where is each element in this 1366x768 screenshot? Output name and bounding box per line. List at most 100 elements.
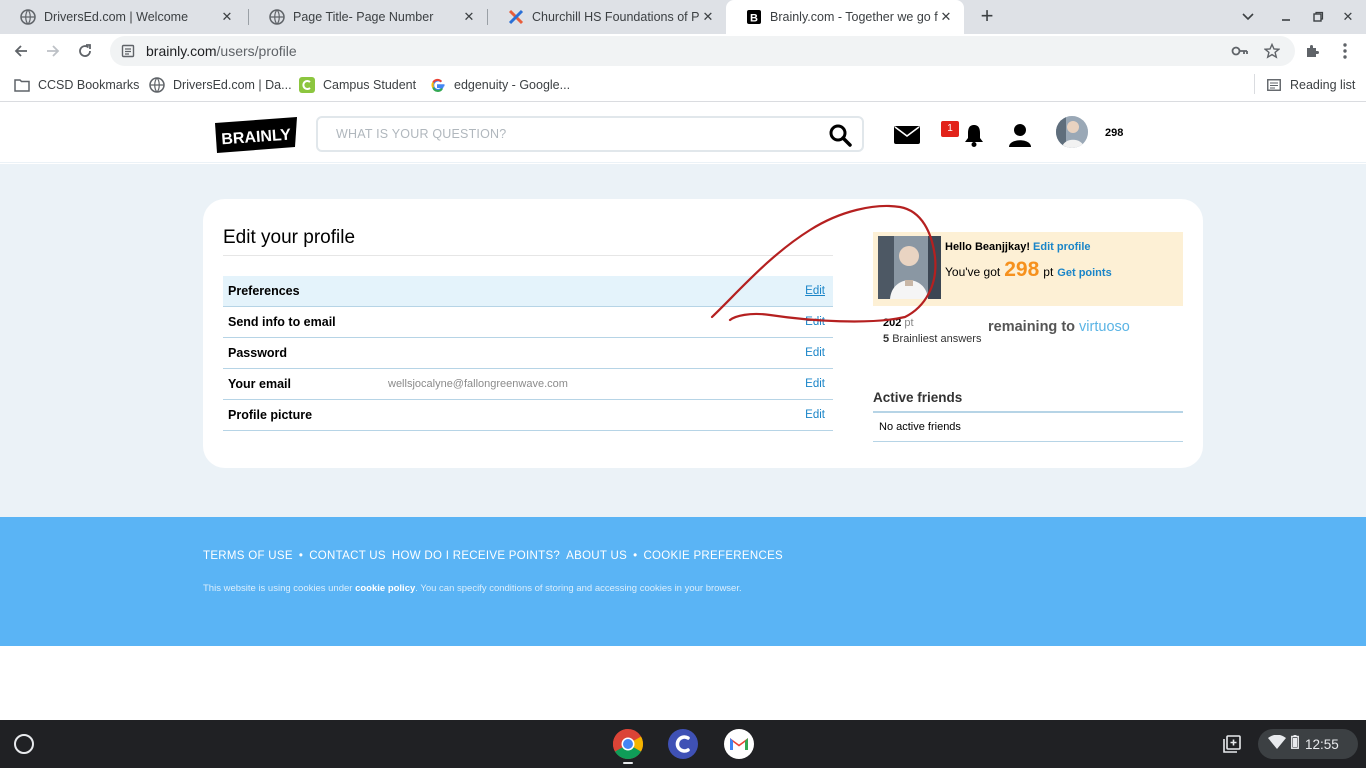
cookie-suffix: . You can specify conditions of storing … <box>415 583 742 594</box>
globe-icon <box>269 9 285 25</box>
close-window-icon[interactable]: ✕ <box>1338 7 1358 27</box>
footer-link-terms[interactable]: TERMS OF USE <box>203 550 293 562</box>
edit-password-link[interactable]: Edit <box>805 347 825 359</box>
footer-link-points[interactable]: HOW DO I RECEIVE POINTS? <box>392 550 560 562</box>
tab-search-icon[interactable] <box>1238 7 1258 27</box>
close-icon[interactable]: ✕ <box>461 9 477 25</box>
tab-page-title[interactable]: Page Title- Page Number ✕ <box>249 0 487 34</box>
tab-brainly[interactable]: B Brainly.com - Together we go far ✕ <box>726 0 964 34</box>
status-tray[interactable]: 12:55 <box>1258 729 1358 759</box>
remaining-to-text: remaining to <box>988 319 1076 335</box>
extensions-icon[interactable] <box>1302 41 1322 61</box>
page-title: Edit your profile <box>223 227 356 248</box>
active-app-indicator <box>623 762 633 764</box>
edit-preferences-link[interactable]: Edit <box>805 285 825 297</box>
bell-icon[interactable] <box>961 123 987 147</box>
messages-icon[interactable] <box>894 123 920 147</box>
reading-list-icon <box>1266 77 1282 93</box>
row-label: Preferences <box>228 284 300 298</box>
bookmark-label: CCSD Bookmarks <box>38 78 140 92</box>
bookmark-label: DriversEd.com | Da... <box>173 78 292 92</box>
key-icon[interactable] <box>1230 41 1250 61</box>
tab-title: Page Title- Page Number <box>293 10 434 24</box>
avatar[interactable] <box>1056 116 1088 148</box>
google-icon <box>430 77 446 93</box>
bookmark-campus-student[interactable]: Campus Student <box>299 76 416 94</box>
globe-icon <box>149 77 165 93</box>
email-value: wellsjocalyne@fallongreenwave.com <box>388 378 568 390</box>
close-icon[interactable]: ✕ <box>700 9 716 25</box>
reload-icon[interactable] <box>74 40 96 62</box>
remaining-points-value: 202 <box>883 317 902 329</box>
points-unit: pt <box>1043 265 1054 279</box>
campus-icon <box>299 77 315 93</box>
bookmark-star-icon[interactable] <box>1262 41 1282 61</box>
bookmark-label: edgenuity - Google... <box>454 78 571 92</box>
address-bar[interactable]: brainly.com/users/profile <box>110 36 1295 66</box>
footer-link-about[interactable]: ABOUT US <box>566 550 627 562</box>
bookmark-edgenuity[interactable]: edgenuity - Google... <box>430 76 570 94</box>
edit-profile-link[interactable]: Edit profile <box>1033 241 1090 253</box>
user-photo <box>878 236 941 299</box>
globe-icon <box>20 9 36 25</box>
notification-count-badge: 1 <box>941 121 959 137</box>
forward-icon[interactable] <box>42 40 64 62</box>
question-search-box[interactable] <box>316 116 864 152</box>
minimize-icon[interactable] <box>1276 7 1296 27</box>
remaining-points: 202 pt <box>883 317 914 329</box>
restore-icon[interactable] <box>1308 7 1328 27</box>
edit-profile-picture-link[interactable]: Edit <box>805 409 825 421</box>
title-divider <box>223 255 833 256</box>
menu-kebab-icon[interactable] <box>1335 41 1355 61</box>
site-info-icon[interactable] <box>120 43 136 59</box>
browser-toolbar: brainly.com/users/profile <box>0 34 1366 68</box>
greeting: Hello Beanjjkay! Edit profile <box>945 241 1091 253</box>
cookie-prefix: This website is using cookies under <box>203 583 353 594</box>
settings-row-preferences: Preferences Edit <box>223 276 833 307</box>
launcher-icon[interactable] <box>14 734 34 754</box>
search-icon[interactable] <box>828 123 852 147</box>
tab-driversed[interactable]: DriversEd.com | Welcome ✕ <box>0 0 245 34</box>
edit-send-info-link[interactable]: Edit <box>805 316 825 328</box>
row-label: Profile picture <box>228 408 313 422</box>
cookie-notice: This website is using cookies under cook… <box>203 583 742 594</box>
clipboard-icon[interactable] <box>1222 734 1242 754</box>
new-tab-button[interactable]: + <box>976 5 998 27</box>
back-icon[interactable] <box>10 40 32 62</box>
footer-link-contact[interactable]: CONTACT US <box>309 550 386 562</box>
settings-row-profile-picture: Profile picture Edit <box>223 400 833 431</box>
brainly-b-icon: B <box>746 9 762 25</box>
reading-list[interactable]: Reading list <box>1266 76 1355 94</box>
footer-links: TERMS OF USE • CONTACT US HOW DO I RECEI… <box>203 550 783 562</box>
gmail-icon[interactable] <box>722 727 756 761</box>
wifi-icon <box>1268 734 1286 754</box>
settings-row-password: Password Edit <box>223 338 833 369</box>
close-icon[interactable]: ✕ <box>219 9 235 25</box>
chrome-icon[interactable] <box>611 727 645 761</box>
footer-dot: • <box>298 550 304 562</box>
cookie-policy-link[interactable]: cookie policy <box>355 583 415 594</box>
bookmark-ccsd[interactable]: CCSD Bookmarks <box>14 76 139 94</box>
header-points-count: 298 <box>1105 127 1124 139</box>
next-rank-line: remaining to virtuoso <box>988 319 1130 335</box>
friends-divider <box>873 441 1183 442</box>
svg-text:B: B <box>750 13 758 25</box>
active-friends-divider <box>873 411 1183 413</box>
footer-link-cookies[interactable]: COOKIE PREFERENCES <box>643 550 783 562</box>
classlink-icon[interactable] <box>666 727 700 761</box>
close-icon[interactable]: ✕ <box>938 9 954 25</box>
edit-email-link[interactable]: Edit <box>805 378 825 390</box>
tab-churchill[interactable]: Churchill HS Foundations of Pers ✕ <box>488 0 726 34</box>
next-rank-link[interactable]: virtuoso <box>1079 319 1130 335</box>
settings-row-email: Your email wellsjocalyne@fallongreenwave… <box>223 369 833 400</box>
brainliest-count: 5 <box>883 333 890 345</box>
brainliest-answers: 5 Brainliest answers <box>883 333 981 345</box>
brainly-logo[interactable]: BRAINLY <box>215 117 297 153</box>
get-points-link[interactable]: Get points <box>1057 267 1111 279</box>
footer-dot: • <box>633 550 638 562</box>
question-search-input[interactable] <box>336 127 816 141</box>
tab-title: Churchill HS Foundations of Pers <box>532 10 700 24</box>
row-label: Send info to email <box>228 315 336 329</box>
bookmark-driversed[interactable]: DriversEd.com | Da... <box>149 76 292 94</box>
user-profile-icon[interactable] <box>1007 123 1033 147</box>
